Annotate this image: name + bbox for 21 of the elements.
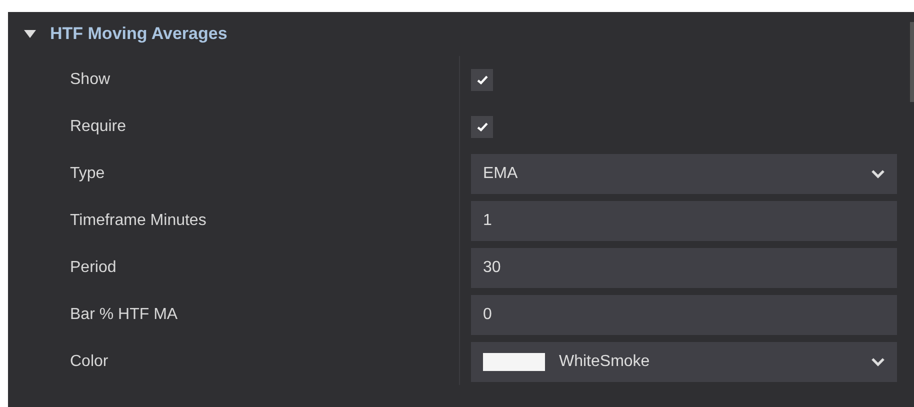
- input-field[interactable]: 30: [471, 248, 897, 288]
- collapse-caret-icon[interactable]: [24, 30, 36, 38]
- scrollbar[interactable]: [910, 22, 914, 102]
- section-title: HTF Moving Averages: [50, 24, 228, 44]
- checkbox[interactable]: [471, 68, 493, 90]
- setting-label: Bar % HTF MA: [69, 306, 178, 324]
- setting-label: Timeframe Minutes: [69, 212, 206, 230]
- setting-label: Type: [69, 164, 105, 182]
- setting-label: Color: [69, 352, 108, 370]
- chevron-down-icon: [871, 168, 885, 178]
- type-dropdown[interactable]: EMA: [471, 154, 897, 194]
- color-dropdown[interactable]: WhiteSmoke: [471, 342, 897, 382]
- input-field[interactable]: 0: [471, 294, 897, 334]
- chevron-down-icon: [871, 356, 885, 366]
- setting-label: Period: [69, 258, 116, 276]
- setting-label: Show: [69, 70, 110, 88]
- input-field[interactable]: 1: [471, 200, 897, 240]
- setting-label: Require: [69, 118, 126, 136]
- checkmark-icon: [476, 122, 488, 132]
- checkmark-icon: [476, 74, 488, 84]
- checkbox[interactable]: [471, 116, 493, 138]
